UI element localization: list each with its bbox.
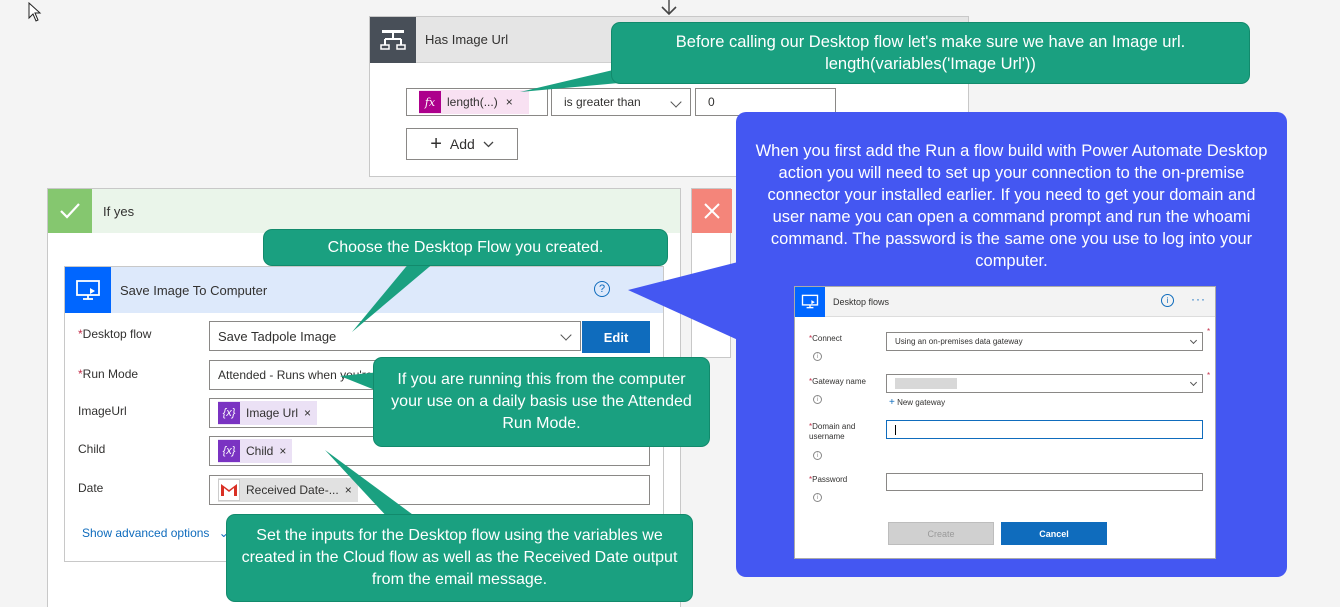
desktop-flow-icon [65, 267, 111, 313]
add-button[interactable]: + Add [406, 128, 518, 160]
email-output-token[interactable]: Received Date-... × [218, 478, 358, 502]
checkmark-icon [48, 189, 92, 233]
run-mode-value: Attended - Runs when you're [218, 368, 373, 382]
condition-callout-line2: length(variables('Image Url')) [825, 55, 1036, 73]
redacted-value [895, 378, 957, 389]
token-remove-icon[interactable]: × [304, 406, 311, 420]
variable-token[interactable]: {x} Image Url × [218, 401, 318, 425]
condition-callout-line1: Before calling our Desktop flow let's ma… [675, 33, 1186, 51]
token-remove-icon[interactable]: × [506, 95, 513, 109]
token-remove-icon[interactable]: × [279, 444, 286, 458]
add-button-label: Add [449, 136, 475, 152]
expression-token-label: length(...) [447, 95, 498, 109]
variable-icon: {x} [218, 440, 240, 462]
mouse-cursor-icon [28, 2, 42, 22]
child-token-label: Child [246, 444, 274, 458]
gateway-name-dropdown [886, 374, 1203, 393]
chevron-down-icon [670, 96, 682, 108]
text-caret [895, 424, 896, 435]
if-yes-header[interactable]: If yes [48, 189, 680, 233]
chevron-down-icon [483, 141, 494, 147]
desktop-flow-label: *Desktop flow [78, 327, 152, 341]
choose-flow-callout-text: Choose the Desktop Flow you created. [327, 238, 604, 256]
info-icon: i [1161, 294, 1174, 307]
domain-username-label: *Domain and username [809, 422, 856, 441]
show-advanced-options-link[interactable]: Show advanced options ⌄ [82, 526, 229, 540]
edit-button[interactable]: Edit [582, 321, 650, 353]
required-marker: * [1207, 371, 1211, 380]
date-input[interactable]: Received Date-... × [209, 475, 650, 505]
chevron-down-icon [560, 329, 572, 341]
connector-arrow-icon [661, 0, 677, 16]
condition-left-operand[interactable]: fx length(...) × [406, 88, 548, 116]
cancel-button: Cancel [1001, 522, 1107, 545]
help-icon[interactable]: ? [594, 281, 610, 297]
create-button: Create [888, 522, 994, 545]
dialog-title: Desktop flows [833, 296, 890, 307]
variable-token[interactable]: {x} Child × [218, 439, 293, 463]
expression-token[interactable]: fx length(...) × [419, 90, 529, 114]
connection-callout-text: When you first add the Run a flow build … [755, 142, 1268, 270]
action-title: Save Image To Computer [120, 282, 268, 298]
condition-title: Has Image Url [425, 32, 509, 47]
operator-dropdown[interactable]: is greater than [551, 88, 691, 116]
operator-value: is greater than [564, 95, 641, 109]
run-mode-label: *Run Mode [78, 367, 139, 381]
if-yes-title: If yes [103, 203, 135, 219]
desktop-flows-connection-dialog: Desktop flows i ··· *Connect i Using an … [794, 286, 1216, 559]
variable-icon: {x} [218, 402, 240, 424]
imageurl-token-label: Image Url [246, 406, 299, 420]
chevron-down-icon [1189, 378, 1198, 387]
token-remove-icon[interactable]: × [345, 483, 352, 497]
plus-icon: + [430, 133, 442, 155]
if-no-card[interactable] [691, 188, 732, 358]
condition-callout: Before calling our Desktop flow let's ma… [612, 23, 1249, 83]
connect-label: *Connect [809, 334, 842, 343]
fx-icon: fx [419, 91, 441, 113]
dialog-header: Desktop flows i ··· [795, 286, 1215, 317]
desktop-flow-icon [795, 286, 825, 317]
action-header[interactable]: Save Image To Computer ? [65, 267, 663, 313]
desktop-flow-value: Save Tadpole Image [218, 328, 337, 344]
desktop-flow-dropdown[interactable]: Save Tadpole Image [209, 321, 581, 351]
gateway-name-label: *Gateway name [809, 377, 866, 386]
password-input [886, 473, 1203, 491]
imageurl-label: ImageUrl [78, 404, 127, 418]
close-icon [692, 189, 732, 233]
run-mode-callout-text: If you are running this from the compute… [391, 371, 692, 432]
condition-value: 0 [708, 95, 715, 109]
info-icon: i [813, 352, 822, 361]
password-label: *Password [809, 475, 848, 484]
choose-flow-callout: Choose the Desktop Flow you created. [264, 230, 667, 265]
info-icon: i [813, 395, 822, 404]
condition-icon [370, 16, 416, 63]
child-label: Child [78, 442, 106, 456]
gmail-icon [218, 479, 240, 501]
info-icon: i [813, 451, 822, 460]
inputs-callout-text: Set the inputs for the Desktop flow usin… [241, 527, 678, 588]
date-label: Date [78, 481, 104, 495]
connect-dropdown: Using an on-premises data gateway [886, 332, 1203, 351]
domain-username-input [886, 420, 1203, 439]
required-marker: * [1207, 327, 1211, 336]
chevron-down-icon [1189, 336, 1198, 345]
connect-value: Using an on-premises data gateway [895, 337, 1023, 346]
run-mode-callout: If you are running this from the compute… [374, 358, 709, 446]
date-token-label: Received Date-... [246, 483, 339, 497]
more-options-icon: ··· [1191, 292, 1206, 306]
info-icon: i [813, 493, 822, 502]
inputs-callout: Set the inputs for the Desktop flow usin… [227, 515, 692, 601]
new-gateway-link: + New gateway [889, 397, 946, 408]
